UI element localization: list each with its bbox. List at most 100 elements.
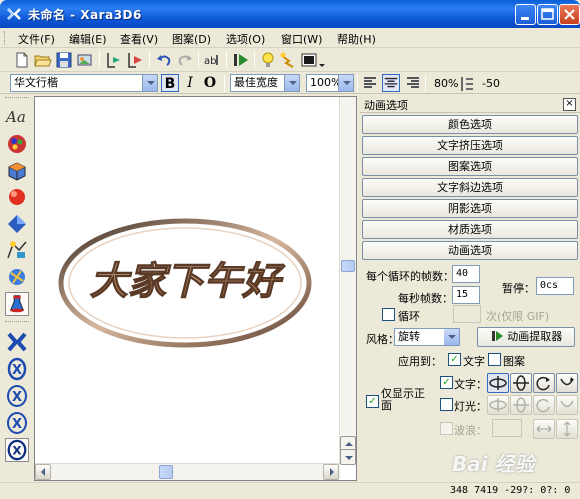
save-icon[interactable]: [55, 51, 73, 69]
align-left-icon[interactable]: [362, 74, 380, 92]
open-folder-icon[interactable]: [34, 51, 52, 69]
animation-extractor-button[interactable]: 动画提取器: [477, 327, 575, 347]
color-options-button[interactable]: 颜色选项: [362, 115, 578, 134]
text-rotate-x-button[interactable]: [510, 373, 532, 393]
outline-button[interactable]: O: [201, 74, 219, 92]
front-only-checkbox[interactable]: ✓: [366, 395, 379, 408]
pause-input[interactable]: 0cs: [536, 277, 574, 295]
zoom-select[interactable]: 100%: [306, 74, 354, 92]
vertical-scrollbar[interactable]: [339, 97, 356, 465]
x-spin-icon[interactable]: X: [5, 357, 29, 381]
bevel-options-button[interactable]: 文字斜边选项: [362, 178, 578, 197]
hint-bulb-icon[interactable]: [259, 51, 277, 69]
redo-icon[interactable]: [176, 51, 194, 69]
apply-text-checkbox[interactable]: ✓: [448, 353, 461, 366]
align-center-icon[interactable]: [382, 74, 400, 92]
kerning-value[interactable]: -50: [482, 77, 500, 90]
text-rotate-y-button[interactable]: [487, 373, 509, 393]
apply-pattern-checkbox[interactable]: [488, 353, 501, 366]
spacing-mode-select[interactable]: 最佳宽度: [230, 74, 300, 92]
export-icon[interactable]: [76, 51, 94, 69]
menu-edit[interactable]: 编辑(E): [69, 31, 107, 47]
import-shape-icon[interactable]: [126, 51, 144, 69]
style-select[interactable]: 旋转: [394, 328, 460, 346]
menu-file[interactable]: 文件(F): [18, 31, 55, 47]
text-anim-checkbox[interactable]: ✓: [440, 376, 453, 389]
extrude-cube-icon[interactable]: [5, 159, 29, 183]
shadow-options-button[interactable]: 阴影选项: [362, 199, 578, 218]
close-button[interactable]: [559, 4, 580, 25]
scroll-left-button[interactable]: [35, 464, 51, 480]
texture-options-button[interactable]: 材质选项: [362, 220, 578, 239]
line-spacing-value[interactable]: 80%: [434, 77, 458, 90]
loop-count-input[interactable]: [453, 305, 481, 323]
minimize-button[interactable]: [515, 4, 536, 25]
wave-checkbox[interactable]: [440, 422, 453, 435]
maximize-button[interactable]: [537, 4, 558, 25]
light-rotate-x-button[interactable]: [510, 395, 532, 415]
animation-options-button[interactable]: 动画选项: [362, 241, 578, 260]
chevron-down-icon[interactable]: [444, 329, 459, 345]
x-rotate-icon[interactable]: [5, 330, 29, 354]
texture-icon[interactable]: [5, 238, 29, 262]
x-roll-icon[interactable]: X: [5, 411, 29, 435]
light-direction-icon[interactable]: [279, 51, 297, 69]
extrude-options-button[interactable]: 文字挤压选项: [362, 136, 578, 155]
import-text-icon[interactable]: [105, 51, 123, 69]
loop-checkbox[interactable]: [382, 308, 395, 321]
italic-button[interactable]: I: [181, 74, 199, 92]
menu-options[interactable]: 选项(O): [226, 31, 265, 47]
undo-icon[interactable]: [155, 51, 173, 69]
font-select[interactable]: 华文行楷: [10, 74, 158, 92]
panel-close-icon[interactable]: ×: [563, 98, 576, 111]
light-anim-checkbox[interactable]: [440, 398, 453, 411]
canvas-3d-text[interactable]: 大家下午好: [89, 257, 286, 303]
bold-button[interactable]: B: [161, 74, 179, 92]
wave-input[interactable]: [492, 419, 522, 437]
animation-extractor-label: 动画提取器: [507, 330, 563, 343]
chevron-down-icon[interactable]: [142, 75, 157, 91]
light-globe-icon[interactable]: [5, 265, 29, 289]
animation-flask-icon[interactable]: [5, 292, 29, 316]
wave-vertical-button[interactable]: [556, 419, 578, 439]
spin-icon: [536, 398, 550, 413]
light-rotate-y-button[interactable]: [487, 395, 509, 415]
canvas[interactable]: 大家下午好: [35, 97, 340, 464]
text-style-icon[interactable]: Aa: [5, 105, 29, 129]
light-swing-button[interactable]: [556, 395, 578, 415]
scroll-down-button[interactable]: [340, 449, 356, 465]
text-spin-button[interactable]: [533, 373, 555, 393]
fps-input[interactable]: 15: [452, 286, 480, 304]
menu-window[interactable]: 窗口(W): [281, 31, 322, 47]
chevron-down-icon[interactable]: [284, 75, 299, 91]
x-swing-icon[interactable]: X: [5, 384, 29, 408]
svg-text:X: X: [12, 363, 22, 378]
bevel-ball-icon[interactable]: [5, 185, 29, 209]
line-spacing-icon[interactable]: [460, 75, 474, 93]
new-file-icon[interactable]: [13, 51, 31, 69]
play-animation-icon[interactable]: [232, 51, 250, 69]
menu-help[interactable]: 帮助(H): [337, 31, 376, 47]
standard-toolbar: ab: [0, 48, 580, 72]
vertical-scroll-thumb[interactable]: [341, 260, 355, 272]
shadow-gem-icon[interactable]: [5, 212, 29, 236]
menu-design[interactable]: 图案(D): [172, 31, 211, 47]
scroll-right-button[interactable]: [323, 464, 339, 480]
frame-view-icon[interactable]: [300, 51, 318, 69]
align-right-icon[interactable]: [403, 74, 421, 92]
horizontal-scrollbar[interactable]: [35, 463, 340, 480]
light-spin-button[interactable]: [533, 395, 555, 415]
chevron-down-icon[interactable]: [338, 75, 353, 91]
color-palette-icon[interactable]: [5, 132, 29, 156]
menu-view[interactable]: 查看(V): [120, 31, 158, 47]
svg-text:X: X: [12, 417, 22, 432]
horizontal-scroll-thumb[interactable]: [159, 465, 173, 479]
x-rotate-selected-icon[interactable]: X: [5, 438, 29, 462]
spell-text-icon[interactable]: ab: [204, 51, 222, 69]
wave-horizontal-button[interactable]: [533, 419, 555, 439]
frames-per-loop-input[interactable]: 40: [452, 265, 480, 283]
toolbar-overflow-icon[interactable]: [318, 51, 326, 69]
font-select-value: 华文行楷: [14, 76, 58, 89]
text-swing-button[interactable]: [556, 373, 578, 393]
design-options-button[interactable]: 图案选项: [362, 157, 578, 176]
